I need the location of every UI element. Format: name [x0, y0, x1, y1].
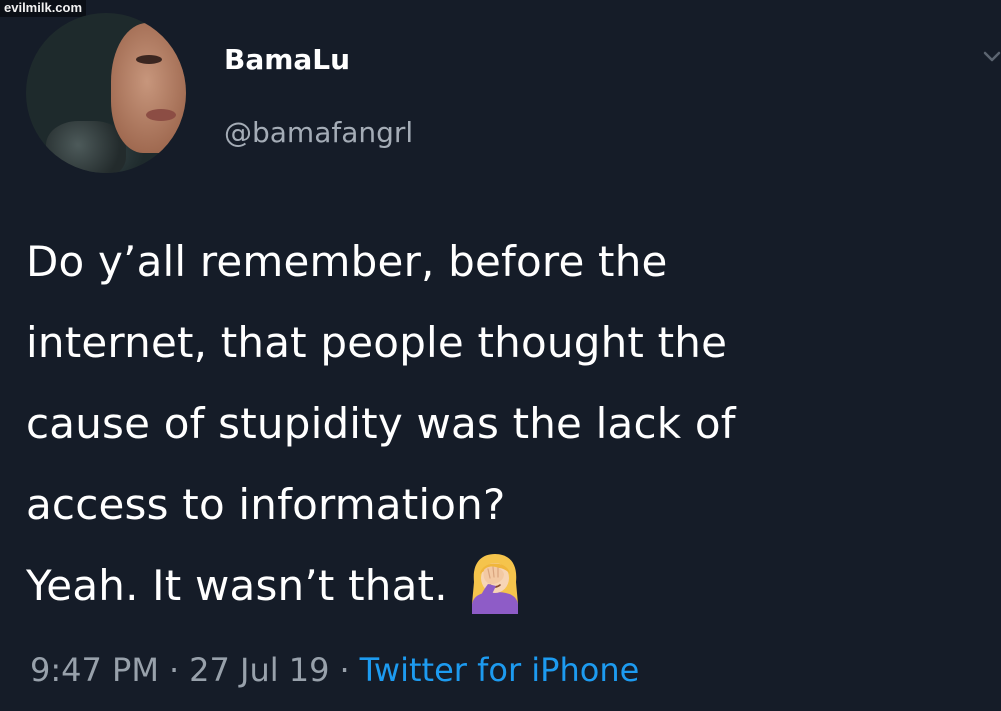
avatar-lips — [146, 109, 176, 121]
tweet-source-link[interactable]: Twitter for iPhone — [360, 651, 640, 689]
tweet-text: Do y’all remember, before the internet, … — [26, 221, 986, 626]
tweet-text-line: Yeah. It wasn’t that. — [26, 561, 448, 610]
avatar[interactable] — [26, 13, 186, 173]
tweet-metadata: 9:47 PM · 27 Jul 19 · Twitter for iPhone — [30, 648, 639, 692]
tweet-text-line: access to information? — [26, 480, 506, 529]
meta-separator: · — [168, 651, 180, 689]
tweet-time[interactable]: 9:47 PM — [30, 651, 159, 689]
woman-facepalming-emoji-icon — [471, 554, 518, 614]
tweet-text-line: internet, that people thought the — [26, 318, 728, 367]
avatar-tattoo — [46, 121, 126, 173]
tweet-text-last-line: Yeah. It wasn’t that. — [26, 545, 986, 626]
tweet-text-line: Do y’all remember, before the — [26, 237, 668, 286]
watermark: evilmilk.com — [0, 0, 87, 17]
user-handle[interactable]: @bamafangrl — [224, 113, 413, 153]
avatar-face — [111, 23, 186, 153]
chevron-down-icon[interactable] — [982, 50, 1001, 64]
tweet-text-line: cause of stupidity was the lack of — [26, 399, 736, 448]
tweet-date[interactable]: 27 Jul 19 — [189, 651, 329, 689]
display-name[interactable]: BamaLu — [224, 40, 350, 80]
meta-separator: · — [339, 651, 350, 689]
avatar-eye — [136, 55, 162, 64]
